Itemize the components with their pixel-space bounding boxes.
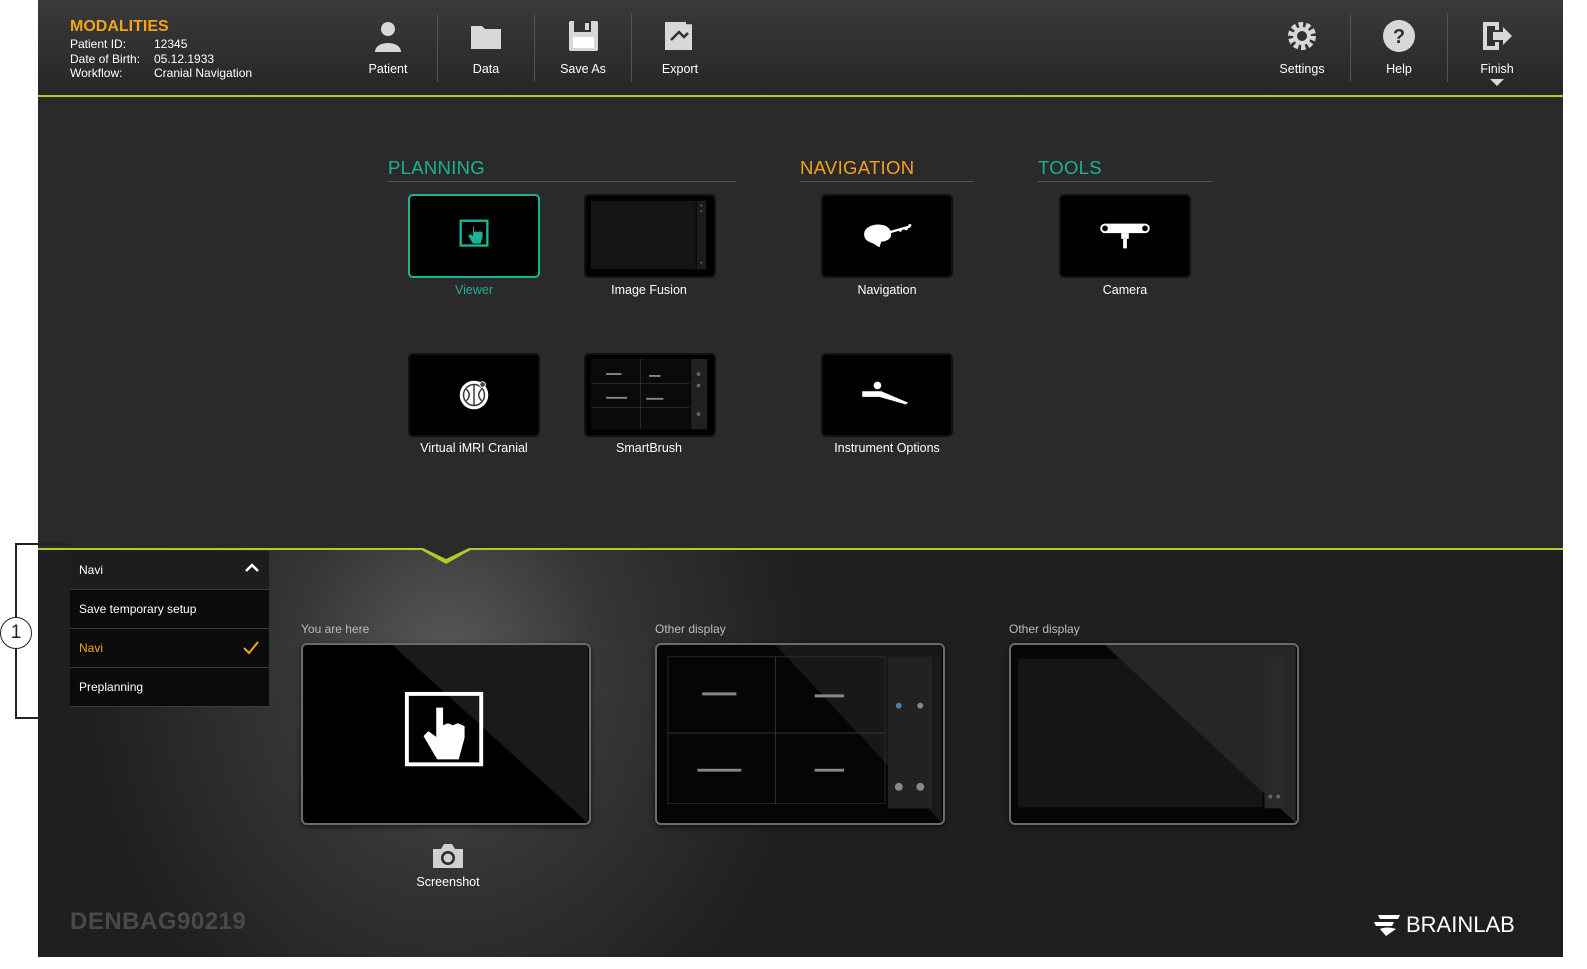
brain-icon (459, 380, 489, 410)
brand-name: BRAINLAB (1406, 912, 1515, 937)
save-as-button[interactable]: Save As (535, 18, 631, 90)
smartbrush-screen-icon (590, 358, 708, 430)
folder-icon (471, 26, 501, 49)
screenshot-button[interactable]: Screenshot (400, 842, 496, 896)
dob-label: Date of Birth: (70, 51, 141, 66)
workflow-label: Workflow: (70, 66, 123, 80)
data-button-label: Data (472, 62, 500, 76)
data-button[interactable]: Data (438, 18, 534, 90)
screenshot-button-label: Screenshot (416, 875, 480, 889)
dob-value: 05.12.1933 (154, 51, 215, 66)
touch-screen-icon (304, 645, 588, 823)
export-button[interactable]: Export (632, 18, 728, 90)
header-bar: MODALITIES Patient ID: 12345 Date of Birt… (38, 0, 1563, 97)
chevron-up-icon (245, 563, 259, 572)
device-id: DENBAG90219 (70, 908, 247, 935)
save-icon (569, 21, 598, 51)
section-title-planning: PLANNING (388, 157, 736, 182)
other-display-2[interactable] (1009, 643, 1299, 825)
navigation-screen-icon (667, 645, 942, 823)
callout-number: 1 (0, 617, 32, 649)
chevron-down-icon (1490, 79, 1504, 86)
setup-menu-item[interactable]: Preplanning (70, 668, 269, 707)
other-display-1[interactable] (655, 643, 945, 825)
finish-button-label: Finish (1480, 62, 1514, 76)
patient-info: MODALITIES Patient ID: 12345 Date of Birt… (70, 18, 252, 81)
tile-smartbrush[interactable] (584, 353, 716, 437)
other-display-caption: Other display (1009, 622, 1080, 636)
current-display[interactable] (301, 643, 591, 825)
checkmark-icon (243, 641, 259, 655)
brand-logo: BRAINLAB (1370, 912, 1515, 938)
tile-instrument-options[interactable] (821, 353, 953, 437)
person-icon (375, 22, 401, 52)
settings-button[interactable]: Settings (1254, 18, 1350, 90)
help-button[interactable]: ? Help (1351, 18, 1447, 90)
touch-screen-icon (459, 219, 489, 247)
fusion-screen-icon (590, 200, 707, 270)
setup-menu-item[interactable]: Save temporary setup (70, 590, 269, 629)
tile-viewer[interactable] (408, 194, 540, 278)
settings-button-label: Settings (1279, 62, 1325, 76)
tile-virtual-imri-label: Virtual iMRI Cranial (420, 441, 528, 455)
navigation-head-icon (864, 224, 912, 248)
gear-icon (1288, 22, 1316, 50)
svg-text:?: ? (1393, 26, 1405, 48)
setup-menu-item[interactable]: Navi (70, 629, 269, 668)
patient-id-label: Patient ID: (70, 37, 127, 51)
tile-navigation-label: Navigation (857, 283, 917, 297)
panel-notch-inner (423, 548, 469, 559)
tile-camera[interactable] (1059, 194, 1191, 278)
help-icon: ? (1383, 20, 1415, 52)
patient-button[interactable]: Patient (340, 18, 436, 90)
pointer-instrument-icon (862, 381, 908, 405)
setup-menu-item-label: Preplanning (79, 680, 144, 694)
patient-id-value: 12345 (154, 37, 188, 51)
toolbar-divider (1447, 14, 1448, 82)
tile-smartbrush-label: SmartBrush (616, 441, 682, 455)
tile-instrument-options-label: Instrument Options (834, 441, 940, 455)
export-button-label: Export (661, 62, 699, 76)
setup-menu-item-label: Navi (79, 641, 104, 655)
patient-button-label: Patient (368, 62, 408, 76)
tile-viewer-label: Viewer (455, 283, 493, 297)
page-title: MODALITIES (70, 18, 169, 35)
section-title-tools: TOOLS (1038, 157, 1212, 182)
tracking-camera-icon (1100, 223, 1150, 249)
other-display-caption: Other display (655, 622, 726, 636)
current-display-caption: You are here (301, 622, 370, 636)
tile-navigation[interactable] (821, 194, 953, 278)
finish-button[interactable]: Finish (1449, 18, 1545, 90)
tile-camera-label: Camera (1102, 283, 1148, 297)
brainlab-logo-icon (1374, 915, 1400, 936)
export-icon (665, 21, 697, 50)
setup-dropdown-toggle[interactable]: Navi (70, 551, 269, 590)
tile-image-fusion-label: Image Fusion (611, 283, 687, 297)
app-window: MODALITIES Patient ID: 12345 Date of Birt… (38, 0, 1563, 957)
workflow-value: Cranial Navigation (154, 66, 253, 80)
setup-menu-item-label: Save temporary setup (79, 602, 197, 616)
setup-dropdown: Navi Save temporary setup Navi Preplanni… (70, 551, 269, 707)
tile-image-fusion[interactable] (584, 194, 716, 278)
tile-virtual-imri[interactable] (408, 353, 540, 437)
help-button-label: Help (1386, 62, 1412, 76)
save-as-button-label: Save As (560, 62, 606, 76)
camera-icon (433, 844, 463, 868)
blank-screen-icon (1018, 645, 1296, 823)
setup-dropdown-value: Navi (79, 563, 104, 577)
exit-icon (1483, 22, 1512, 50)
section-title-navigation: NAVIGATION (800, 157, 974, 182)
